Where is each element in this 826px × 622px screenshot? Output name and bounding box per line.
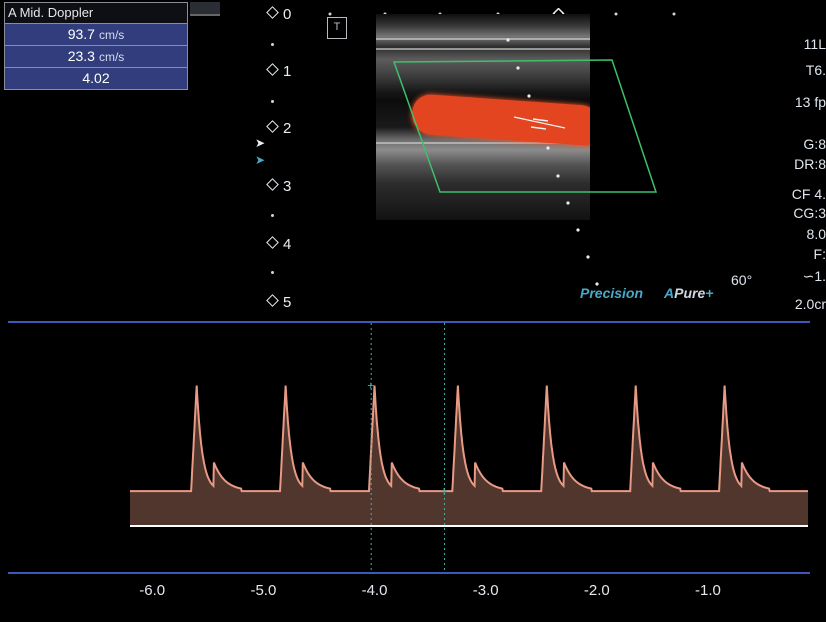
- precision-logo: Precision: [580, 285, 644, 301]
- cursor-marker-1: +: [367, 378, 374, 392]
- param-frame-rate: 13 fp: [794, 94, 826, 110]
- spectrum-envelope: [130, 385, 808, 493]
- time-tick-label: -3.0: [472, 582, 499, 599]
- spectrum-fill: [130, 385, 808, 526]
- param-transducer: 11L: [803, 36, 826, 52]
- param-color-gain: CG:3: [793, 205, 826, 221]
- doppler-overlay: [392, 38, 658, 286]
- time-tick-label: -4.0: [361, 582, 388, 599]
- time-tick-label: -2.0: [583, 582, 610, 599]
- ultrasound-screen: A Mid. Doppler 93.7 cm/s 23.3 cm/s 4.02 0 …: [0, 0, 826, 622]
- angle-correct-icon: ∽: [802, 268, 815, 284]
- steering-line: [506, 38, 599, 286]
- cursor-marker-2: +: [441, 484, 448, 498]
- sample-gate: [513, 116, 566, 130]
- param-color-frequency: CF 4.: [791, 186, 826, 202]
- angle-correction: 60°: [731, 272, 753, 288]
- apure-logo: APure+: [664, 285, 714, 301]
- time-tick-label: -6.0: [139, 582, 166, 599]
- param-dynamic-range: DR:8: [794, 156, 826, 172]
- color-roi-box: [392, 59, 658, 193]
- param-prf: 8.0: [806, 226, 826, 242]
- param-filter: F:: [813, 246, 826, 262]
- param-frequency: T6.: [805, 62, 826, 78]
- param-wall-filter: ∽1.: [802, 268, 826, 284]
- time-tick-label: -1.0: [695, 582, 721, 599]
- spectral-doppler-trace: ++: [130, 323, 808, 573]
- param-gate-size: 2.0cr: [794, 296, 826, 312]
- param-gain: G:8: [803, 136, 826, 152]
- time-tick-label: -5.0: [250, 582, 277, 599]
